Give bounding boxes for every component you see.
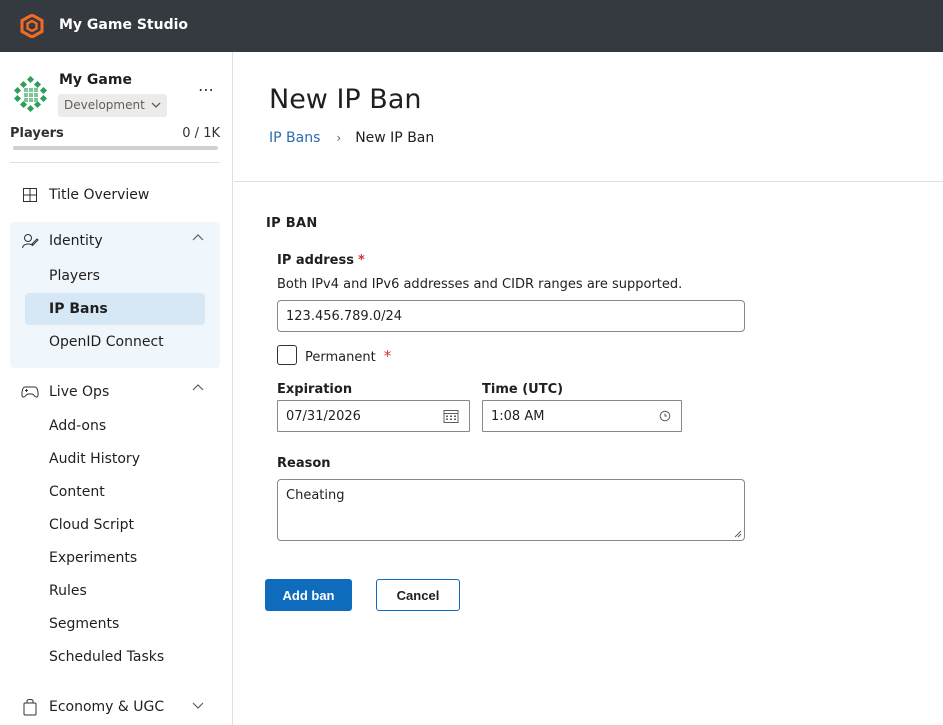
- header-divider: [234, 181, 943, 182]
- sidebar-divider: [10, 162, 220, 163]
- permanent-label[interactable]: Permanent *: [305, 347, 391, 365]
- sidebar-item-economy-ugc[interactable]: Economy & UGC: [20, 692, 164, 722]
- sidebar-item-label: Live Ops: [49, 384, 110, 400]
- page-title: New IP Ban: [269, 84, 422, 115]
- sidebar-item-label: Economy & UGC: [49, 699, 165, 715]
- ip-address-label: IP address *: [277, 253, 365, 268]
- time-input[interactable]: 1:08 AM: [482, 400, 682, 432]
- breadcrumb: IP Bans › New IP Ban: [269, 130, 434, 146]
- breadcrumb-separator-icon: ›: [336, 131, 342, 145]
- calendar-icon[interactable]: [443, 409, 459, 424]
- sidebar-item-openid-connect[interactable]: OpenID Connect: [49, 330, 164, 354]
- sidebar-item-audit-history[interactable]: Audit History: [49, 447, 140, 471]
- sidebar-item-experiments[interactable]: Experiments: [49, 546, 137, 570]
- reason-textarea[interactable]: Cheating: [277, 479, 745, 541]
- chevron-up-icon[interactable]: [192, 383, 204, 396]
- ip-address-value: 123.456.789.0/24: [286, 308, 403, 324]
- ip-address-input[interactable]: 123.456.789.0/24: [277, 300, 745, 332]
- required-indicator: *: [383, 347, 392, 365]
- expiration-date-value: 07/31/2026: [286, 408, 361, 424]
- sidebar-item-rules[interactable]: Rules: [49, 579, 87, 603]
- players-usage-bar: [13, 146, 218, 150]
- expiration-label: Expiration: [277, 382, 353, 397]
- sidebar-item-identity[interactable]: Identity: [20, 226, 103, 256]
- ip-address-help-text: Both IPv4 and IPv6 addresses and CIDR ra…: [277, 277, 683, 292]
- required-indicator: *: [357, 253, 365, 268]
- players-usage-label: Players: [10, 126, 64, 141]
- permanent-label-text: Permanent: [305, 350, 376, 365]
- sidebar-item-add-ons[interactable]: Add-ons: [49, 414, 106, 438]
- identity-icon: [20, 231, 40, 251]
- sidebar-item-label: Title Overview: [49, 187, 150, 203]
- reason-label: Reason: [277, 456, 331, 471]
- breadcrumb-link-ip-bans[interactable]: IP Bans: [269, 130, 320, 146]
- sidebar-item-live-ops[interactable]: Live Ops: [20, 377, 109, 407]
- time-label: Time (UTC): [482, 382, 564, 397]
- app-title[interactable]: My Game Studio: [59, 17, 188, 33]
- sidebar: My Game Development ⋯ Players 0 / 1K Tit…: [0, 52, 233, 725]
- clock-icon[interactable]: [659, 410, 671, 422]
- form-section-title: IP BAN: [266, 216, 318, 231]
- shopping-bag-icon: [20, 697, 40, 717]
- cancel-button[interactable]: Cancel: [376, 579, 460, 611]
- sidebar-item-title-overview[interactable]: Title Overview: [20, 180, 149, 210]
- sidebar-item-ip-bans[interactable]: IP Bans: [49, 297, 108, 321]
- environment-selector[interactable]: Development: [58, 94, 167, 117]
- chevron-down-icon: [151, 94, 161, 126]
- expiration-date-input[interactable]: 07/31/2026: [277, 400, 470, 432]
- studio-logo-icon[interactable]: [20, 14, 44, 38]
- sidebar-item-scheduled-tasks[interactable]: Scheduled Tasks: [49, 645, 164, 669]
- add-ban-button[interactable]: Add ban: [265, 579, 352, 611]
- environment-label: Development: [64, 98, 145, 112]
- breadcrumb-current: New IP Ban: [355, 130, 435, 146]
- permanent-checkbox[interactable]: [277, 345, 297, 365]
- ip-address-label-text: IP address: [277, 253, 354, 268]
- chevron-down-icon[interactable]: [192, 700, 204, 713]
- gamepad-icon: [20, 382, 40, 402]
- sidebar-item-cloud-script[interactable]: Cloud Script: [49, 513, 134, 537]
- top-bar: My Game Studio: [0, 0, 943, 52]
- sidebar-item-label: Identity: [49, 233, 103, 249]
- game-name: My Game: [59, 72, 132, 88]
- sidebar-item-content[interactable]: Content: [49, 480, 105, 504]
- time-value: 1:08 AM: [491, 408, 545, 424]
- chevron-up-icon[interactable]: [192, 233, 204, 246]
- grid-icon: [20, 185, 40, 205]
- reason-value: Cheating: [286, 488, 345, 503]
- sidebar-item-segments[interactable]: Segments: [49, 612, 119, 636]
- resize-handle-icon[interactable]: [734, 530, 742, 538]
- sidebar-item-players[interactable]: Players: [49, 264, 100, 288]
- players-usage-count: 0 / 1K: [182, 126, 220, 141]
- game-icon: [14, 76, 48, 112]
- more-options-button[interactable]: ⋯: [198, 80, 215, 99]
